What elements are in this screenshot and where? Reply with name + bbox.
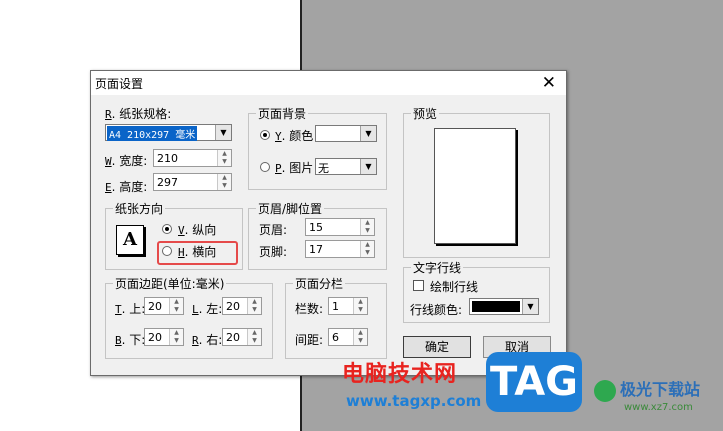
column-spacing-stepper[interactable]: 6 ▲ ▼ <box>328 328 368 346</box>
margin-bottom-value: 20 <box>148 331 162 344</box>
paper-size-label: R. 纸张规格: <box>105 107 172 121</box>
chevron-down-icon: ▼ <box>215 125 231 140</box>
column-spacing-value: 6 <box>332 331 339 344</box>
margin-right-stepper[interactable]: 20 ▲ ▼ <box>222 328 262 346</box>
paper-size-value: A4 210x297 毫米 <box>107 126 198 141</box>
watermark-site-name: 电脑技术网 <box>342 362 458 387</box>
spin-arrows-icon[interactable]: ▲ ▼ <box>353 298 367 314</box>
paper-size-select[interactable]: A4 210x297 毫米 ▼ <box>105 124 232 141</box>
margins-title: 页面边距(单位:毫米) <box>113 275 227 292</box>
margin-top-stepper[interactable]: 20 ▲ ▼ <box>144 297 184 315</box>
watermark-brand-url: www.xz7.com <box>624 402 693 413</box>
width-stepper[interactable]: 210 ▲ ▼ <box>153 149 232 167</box>
background-group: 页面背景 Y. 颜色 ▼ P. 图片 无 ▼ <box>248 105 387 190</box>
portrait-label[interactable]: V. 纵向 <box>178 221 216 238</box>
watermark-brand: 极光下载站 <box>620 380 701 399</box>
width-value: 210 <box>157 152 178 165</box>
landscape-highlight <box>157 241 238 265</box>
bg-image-select[interactable]: 无 ▼ <box>315 158 377 175</box>
margin-left-value: 20 <box>226 300 240 313</box>
margin-bottom-label: B. 下: <box>115 333 146 347</box>
margins-group: 页面边距(单位:毫米) T. 上: 20 ▲ ▼ L. 左: 20 ▲ ▼ B. 下… <box>105 275 273 359</box>
spin-arrows-icon[interactable]: ▲ ▼ <box>217 150 231 166</box>
footer-value: 17 <box>309 243 323 256</box>
bg-image-radio[interactable] <box>260 162 270 172</box>
bg-image-label[interactable]: P. 图片 <box>275 159 313 176</box>
spin-arrows-icon[interactable]: ▲ ▼ <box>169 329 183 345</box>
preview-page <box>434 128 516 244</box>
preview-group: 预览 <box>403 105 550 258</box>
spin-arrows-icon[interactable]: ▲ ▼ <box>247 298 261 314</box>
header-stepper[interactable]: 15 ▲ ▼ <box>305 218 375 236</box>
footer-label: 页脚: <box>259 245 288 259</box>
header-value: 15 <box>309 221 323 234</box>
watermark-tag-logo: TAG <box>486 352 582 412</box>
margin-top-label: T. 上: <box>115 302 146 316</box>
chevron-down-icon: ▼ <box>360 159 376 174</box>
line-color-label: 行线颜色: <box>410 303 463 317</box>
dialog-titlebar: 页面设置 ✕ <box>91 71 566 95</box>
bg-image-value: 无 <box>318 162 329 175</box>
margin-right-value: 20 <box>226 331 240 344</box>
ok-button[interactable]: 确定 <box>403 336 471 358</box>
spin-arrows-icon[interactable]: ▲ ▼ <box>360 219 374 235</box>
header-footer-group: 页眉/脚位置 页眉: 15 ▲ ▼ 页脚: 17 ▲ ▼ <box>248 200 387 270</box>
bg-color-radio[interactable] <box>260 130 270 140</box>
column-count-label: 栏数: <box>295 302 324 316</box>
height-stepper[interactable]: 297 ▲ ▼ <box>153 173 232 191</box>
bg-color-select[interactable]: ▼ <box>315 125 377 142</box>
margin-right-label: R. 右: <box>192 333 223 347</box>
margin-left-stepper[interactable]: 20 ▲ ▼ <box>222 297 262 315</box>
preview-title: 预览 <box>411 105 440 122</box>
line-color-swatch <box>472 301 520 312</box>
background-title: 页面背景 <box>256 105 309 122</box>
close-icon[interactable]: ✕ <box>542 71 556 95</box>
column-spacing-label: 间距: <box>295 333 324 347</box>
bg-color-label[interactable]: Y. 颜色 <box>275 127 313 144</box>
dialog-title: 页面设置 <box>95 77 144 91</box>
watermark-site-url: www.tagxp.com <box>346 392 482 410</box>
page-setup-dialog: 页面设置 ✕ R. 纸张规格: A4 210x297 毫米 ▼ W. 宽度: 2… <box>90 70 567 376</box>
columns-group: 页面分栏 栏数: 1 ▲ ▼ 间距: 6 ▲ ▼ <box>285 275 387 359</box>
header-label: 页眉: <box>259 223 288 237</box>
spin-arrows-icon[interactable]: ▲ ▼ <box>247 329 261 345</box>
footer-stepper[interactable]: 17 ▲ ▼ <box>305 240 375 258</box>
draw-lines-label[interactable]: 绘制行线 <box>430 278 478 295</box>
draw-lines-checkbox[interactable] <box>413 280 424 291</box>
spin-arrows-icon[interactable]: ▲ ▼ <box>217 174 231 190</box>
column-count-stepper[interactable]: 1 ▲ ▼ <box>328 297 368 315</box>
margin-top-value: 20 <box>148 300 162 313</box>
header-footer-title: 页眉/脚位置 <box>256 200 325 217</box>
chevron-down-icon: ▼ <box>522 299 538 314</box>
orientation-title: 纸张方向 <box>113 200 166 217</box>
column-count-value: 1 <box>332 300 339 313</box>
margin-left-label: L. 左: <box>192 302 223 316</box>
columns-title: 页面分栏 <box>293 275 346 292</box>
height-value: 297 <box>157 176 178 189</box>
spin-arrows-icon[interactable]: ▲ ▼ <box>169 298 183 314</box>
width-label: W. 宽度: <box>105 154 148 168</box>
text-lines-title: 文字行线 <box>411 259 464 276</box>
spin-arrows-icon[interactable]: ▲ ▼ <box>360 241 374 257</box>
orientation-page-icon: A <box>116 225 144 255</box>
margin-bottom-stepper[interactable]: 20 ▲ ▼ <box>144 328 184 346</box>
height-label: E. 高度: <box>105 180 148 194</box>
spin-arrows-icon[interactable]: ▲ ▼ <box>353 329 367 345</box>
portrait-radio[interactable] <box>162 224 172 234</box>
text-lines-group: 文字行线 绘制行线 行线颜色: ▼ <box>403 259 550 323</box>
watermark-globe-icon <box>594 380 616 402</box>
line-color-select[interactable]: ▼ <box>469 298 539 315</box>
chevron-down-icon: ▼ <box>360 126 376 141</box>
